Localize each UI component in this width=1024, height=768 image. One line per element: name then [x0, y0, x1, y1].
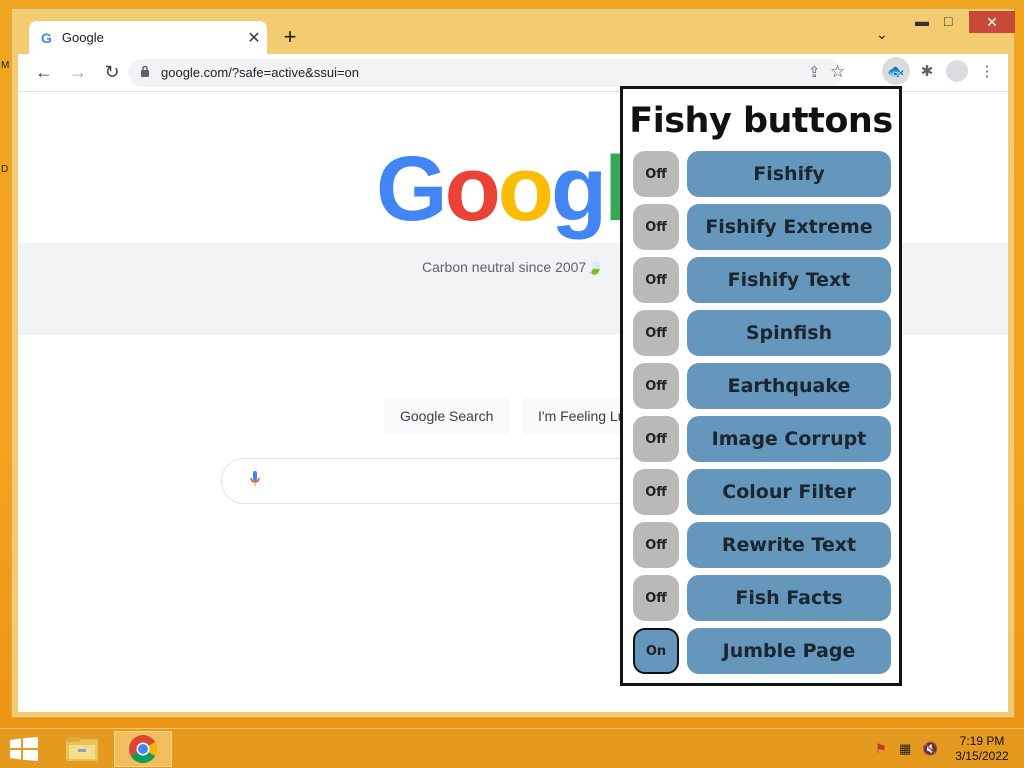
- toggle-jumble-page[interactable]: On: [633, 628, 679, 674]
- menu-kebab-icon[interactable]: ⋮: [976, 62, 998, 80]
- tab-title: Google: [61, 30, 104, 45]
- popup-row: Off Colour Filter: [633, 469, 893, 515]
- folder-icon: [66, 737, 98, 761]
- fishify-extreme-button[interactable]: Fishify Extreme: [687, 204, 891, 250]
- toggle-fishify[interactable]: Off: [633, 151, 679, 197]
- system-clock[interactable]: 7:19 PM 3/15/2022: [948, 734, 1016, 764]
- microphone-icon[interactable]: [250, 471, 260, 487]
- fishify-button[interactable]: Fishify: [687, 151, 891, 197]
- toggle-rewrite-text[interactable]: Off: [633, 522, 679, 568]
- logo-letter: g: [550, 138, 607, 240]
- url-text[interactable]: google.com/?safe=active&ssui=on: [161, 65, 359, 80]
- toggle-fishify-extreme[interactable]: Off: [633, 204, 679, 250]
- fishify-text-button[interactable]: Fishify Text: [687, 257, 891, 303]
- toggle-spinfish[interactable]: Off: [633, 310, 679, 356]
- clock-time: 7:19 PM: [959, 734, 1005, 748]
- fish-facts-button[interactable]: Fish Facts: [687, 575, 891, 621]
- rewrite-text-button[interactable]: Rewrite Text: [687, 522, 891, 568]
- carbon-neutral-text[interactable]: Carbon neutral since 2007🍃: [422, 259, 604, 276]
- close-window-button[interactable]: ✕: [969, 11, 1015, 33]
- carbon-label: Carbon neutral since 2007: [422, 259, 587, 275]
- tab-close-icon[interactable]: ✕: [241, 28, 267, 48]
- fishy-extension-icon[interactable]: 🐟: [882, 57, 910, 85]
- popup-row: Off Fishify Extreme: [633, 204, 893, 250]
- volume-muted-icon[interactable]: 🔇: [922, 741, 938, 757]
- chrome-icon: [129, 735, 157, 763]
- fishy-buttons-popup: Fishy buttons Off Fishify Off Fishify Ex…: [620, 86, 902, 686]
- popup-row: Off Fishify Text: [633, 257, 893, 303]
- desktop-icon-label[interactable]: D: [1, 164, 8, 175]
- logo-letter: o: [497, 138, 554, 240]
- toggle-image-corrupt[interactable]: Off: [633, 416, 679, 462]
- chrome-taskbar-icon[interactable]: [114, 731, 172, 767]
- taskbar: ⚑ ▦ 🔇 7:19 PM 3/15/2022: [0, 728, 1024, 768]
- windows-start-icon[interactable]: [10, 737, 38, 761]
- tab-search-chevron-icon[interactable]: ⌄: [876, 26, 888, 43]
- new-tab-button[interactable]: +: [277, 24, 303, 50]
- address-bar[interactable]: google.com/?safe=active&ssui=on ⇪ ☆: [128, 59, 845, 87]
- action-center-flag-icon[interactable]: ⚑: [875, 741, 887, 757]
- spinfish-button[interactable]: Spinfish: [687, 310, 891, 356]
- bookmark-star-icon[interactable]: ☆: [830, 62, 845, 82]
- lock-icon[interactable]: [140, 65, 150, 77]
- reload-button[interactable]: ↻: [100, 62, 124, 83]
- feeling-lucky-button[interactable]: I'm Feeling Luc: [522, 398, 632, 434]
- popup-row: Off Spinfish: [633, 310, 893, 356]
- earthquake-button[interactable]: Earthquake: [687, 363, 891, 409]
- popup-row: On Jumble Page: [633, 628, 893, 674]
- logo-letter: o: [444, 138, 501, 240]
- profile-avatar[interactable]: [946, 60, 968, 82]
- google-search-button[interactable]: Google Search: [384, 398, 510, 434]
- popup-row: Off Rewrite Text: [633, 522, 893, 568]
- popup-row: Off Fishify: [633, 151, 893, 197]
- extensions-puzzle-icon[interactable]: ✱: [916, 62, 938, 80]
- toggle-earthquake[interactable]: Off: [633, 363, 679, 409]
- file-explorer-taskbar-icon[interactable]: [54, 731, 112, 767]
- toggle-fish-facts[interactable]: Off: [633, 575, 679, 621]
- logo-letter: G: [376, 138, 448, 240]
- tab-google[interactable]: G Google ✕: [29, 21, 267, 54]
- popup-row: Off Earthquake: [633, 363, 893, 409]
- share-icon[interactable]: ⇪: [808, 63, 821, 81]
- search-input[interactable]: [221, 458, 641, 504]
- image-corrupt-button[interactable]: Image Corrupt: [687, 416, 891, 462]
- desktop-icon-label[interactable]: M: [1, 60, 9, 71]
- toggle-fishify-text[interactable]: Off: [633, 257, 679, 303]
- minimize-button[interactable]: ▬: [915, 13, 929, 29]
- network-icon[interactable]: ▦: [899, 741, 911, 757]
- clock-date: 3/15/2022: [955, 749, 1009, 763]
- popup-title: Fishy buttons: [629, 101, 893, 141]
- maximize-button[interactable]: □: [944, 13, 952, 29]
- jumble-page-button[interactable]: Jumble Page: [687, 628, 891, 674]
- popup-row: Off Image Corrupt: [633, 416, 893, 462]
- leaf-icon: 🍃: [586, 259, 604, 275]
- colour-filter-button[interactable]: Colour Filter: [687, 469, 891, 515]
- forward-button[interactable]: →: [66, 62, 90, 83]
- back-button[interactable]: ←: [32, 62, 56, 83]
- google-favicon-icon: G: [41, 29, 52, 46]
- popup-row: Off Fish Facts: [633, 575, 893, 621]
- toggle-colour-filter[interactable]: Off: [633, 469, 679, 515]
